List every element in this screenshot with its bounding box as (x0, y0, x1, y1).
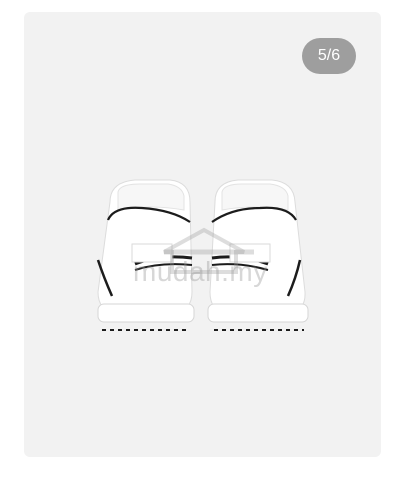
watermark-logo-icon (163, 227, 254, 274)
watermark-text: mudah.my (133, 256, 268, 287)
image-counter-badge: 5/6 (302, 38, 356, 74)
image-gallery-card[interactable]: mudah.my 5/6 (24, 12, 381, 457)
